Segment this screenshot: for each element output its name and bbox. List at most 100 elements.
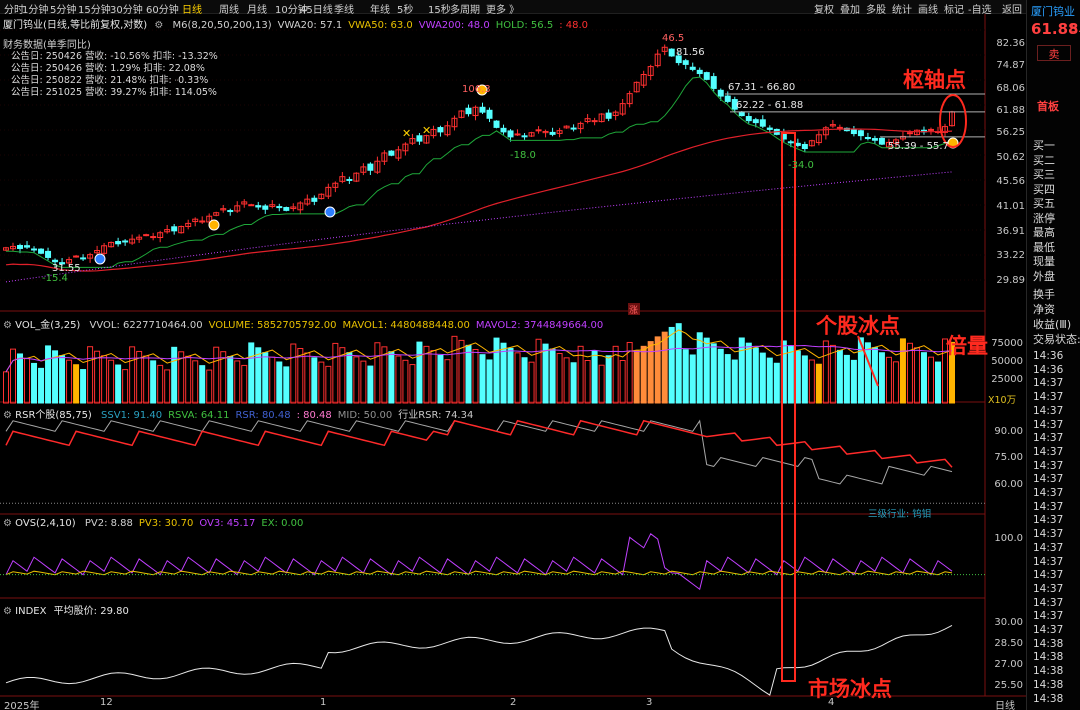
mavol2-line [5,344,953,373]
volume-bar [17,353,24,404]
volume-bar [521,357,528,404]
trade-time: 14:38 [1033,637,1064,650]
price-tick: 56.25 [996,127,1025,139]
signal-mark-icon: ✕ [402,127,411,140]
candle [150,236,157,239]
candle [850,129,857,135]
volume-bar [549,348,556,404]
volume-bar [325,365,332,404]
volume-bar [801,355,808,404]
quote-row-label: 收益(Ⅲ) [1033,318,1072,331]
candle [31,248,38,251]
candle [703,72,710,80]
volume-bar [745,342,752,404]
price-tick: 82.36 [996,38,1025,49]
x-axis-label: 2025年 [4,701,40,710]
rsr-tick: 60.00 [994,478,1023,490]
volume-bar [752,347,759,404]
volume-bar [640,345,647,404]
candle [738,111,745,117]
volume-bar [479,354,486,404]
candle [17,245,24,249]
quote-row-label: 换手 [1033,288,1055,301]
signal-badge [324,206,336,218]
volume-bar [24,358,31,404]
volume-bar [311,357,318,404]
band-label: 55.39 - 55.7 [888,141,949,152]
candle [80,257,87,260]
volume-bar [822,340,829,404]
candle [171,226,178,232]
volume-tick: 50000 [991,356,1023,367]
volume-bar [808,359,815,404]
candle [367,163,374,171]
volume-bar [283,366,290,404]
volume-bar [108,359,115,404]
volume-bar [864,342,871,404]
trade-time: 14:37 [1033,404,1064,417]
volume-bar [10,348,17,404]
candle [906,132,913,135]
trade-time: 14:37 [1033,445,1064,458]
quote-sidebar: 厦门钨业 61.88 5. 卖 首板 买一买二买三买四买五涨停最高最低现量外盘换… [1026,0,1080,710]
candle [45,250,52,258]
ovs-tick: 100.0 [994,532,1023,544]
candle [52,259,59,263]
candle [227,210,234,213]
trade-time: 14:37 [1033,528,1064,541]
x-axis-label: 12 [100,697,113,708]
volume-bar [185,355,192,404]
volume-bar [773,362,780,404]
candle [759,119,766,127]
chart-canvas[interactable]: ✕ ✕ [0,0,1026,710]
trade-time: 14:37 [1033,377,1064,390]
volume-bar [906,342,913,404]
volume-bar [710,343,717,404]
price-tick: 45.56 [996,176,1025,188]
volume-tick: 75000 [991,338,1023,349]
candle [500,127,507,133]
volume-bar [3,371,9,404]
volume-bar [38,367,45,404]
volume-bar [570,362,577,404]
sell-button[interactable]: 卖 [1037,45,1071,61]
volume-bar [353,356,360,404]
volume-bar [227,356,234,404]
volume-bar [157,364,164,404]
volume-bar [304,352,311,404]
volume-bar [290,343,297,404]
candle [787,141,794,144]
volume-bar [661,331,668,404]
volume-bar [605,355,612,404]
rsr-line [5,419,953,468]
volume-bar [388,351,395,404]
candle [521,135,528,138]
volume-bar [143,355,150,404]
stock-freeze-annotation: 个股冰点 [816,314,900,338]
volume-bar [241,364,248,404]
volume-bars [3,323,955,404]
quote-row-label: 交易状态: [1033,333,1080,346]
ov3-line [5,533,953,591]
volume-bar [262,352,269,404]
volume-bar [647,341,654,404]
volume-bar [528,361,535,404]
volume-bar [87,346,94,404]
trade-time: 14:38 [1033,665,1064,678]
volume-bar [458,339,465,404]
trade-time: 14:38 [1033,692,1064,705]
volume-bar [248,342,255,404]
hold-line [6,76,953,268]
volume-bar [59,355,66,404]
volume-bar [787,345,794,404]
candle [857,130,864,137]
candle [591,120,598,123]
volume-bar [416,341,423,404]
mavol1-line [5,329,953,373]
volume-bar [696,332,703,404]
volume-bar [213,346,220,404]
candle [388,150,395,156]
trade-time: 14:37 [1033,569,1064,582]
price-tick: 33.22 [996,250,1025,262]
index-tick: 28.50 [994,638,1023,649]
